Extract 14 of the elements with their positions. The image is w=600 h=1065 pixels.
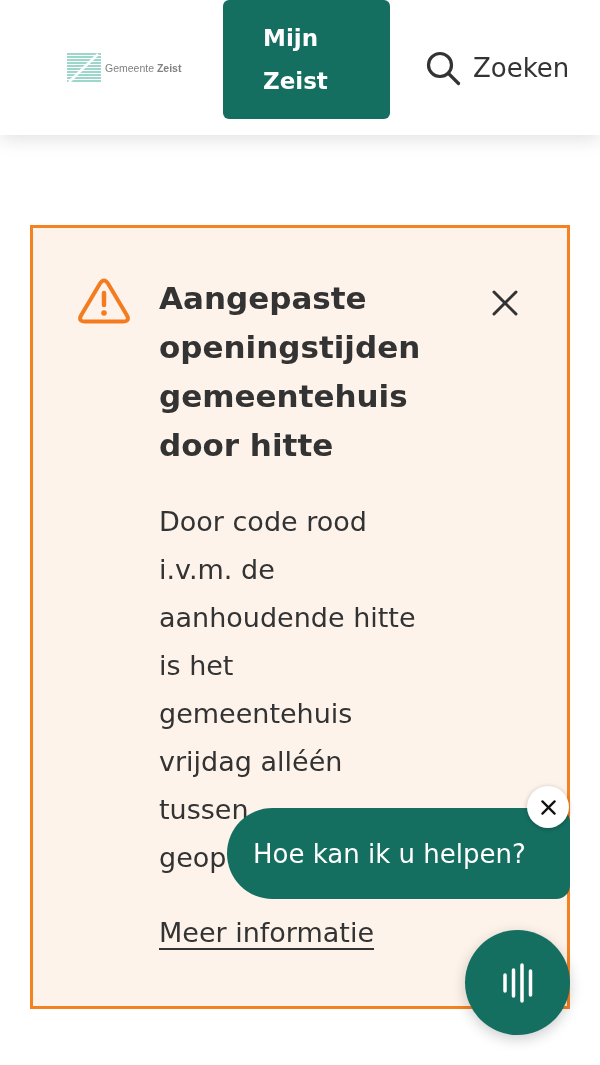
close-icon: [540, 799, 556, 815]
logo-icon: [67, 52, 101, 83]
logo-link[interactable]: Gemeente Zeist: [67, 52, 188, 83]
alert-title: Aangepaste openingstijden gemeentehuis door hitte: [159, 279, 422, 465]
search-icon: [425, 49, 461, 86]
close-icon: [492, 290, 518, 316]
sound-wave-icon: [502, 962, 533, 1003]
search-button[interactable]: Zoeken: [425, 49, 570, 86]
more-info-link[interactable]: Meer informatie: [159, 913, 374, 953]
logo-text: Gemeente Zeist: [105, 61, 182, 74]
alert-message: geop: [159, 841, 227, 875]
close-button[interactable]: [492, 290, 518, 316]
account-button[interactable]: Mijn Zeist: [223, 0, 390, 119]
warning-icon: [78, 278, 130, 324]
